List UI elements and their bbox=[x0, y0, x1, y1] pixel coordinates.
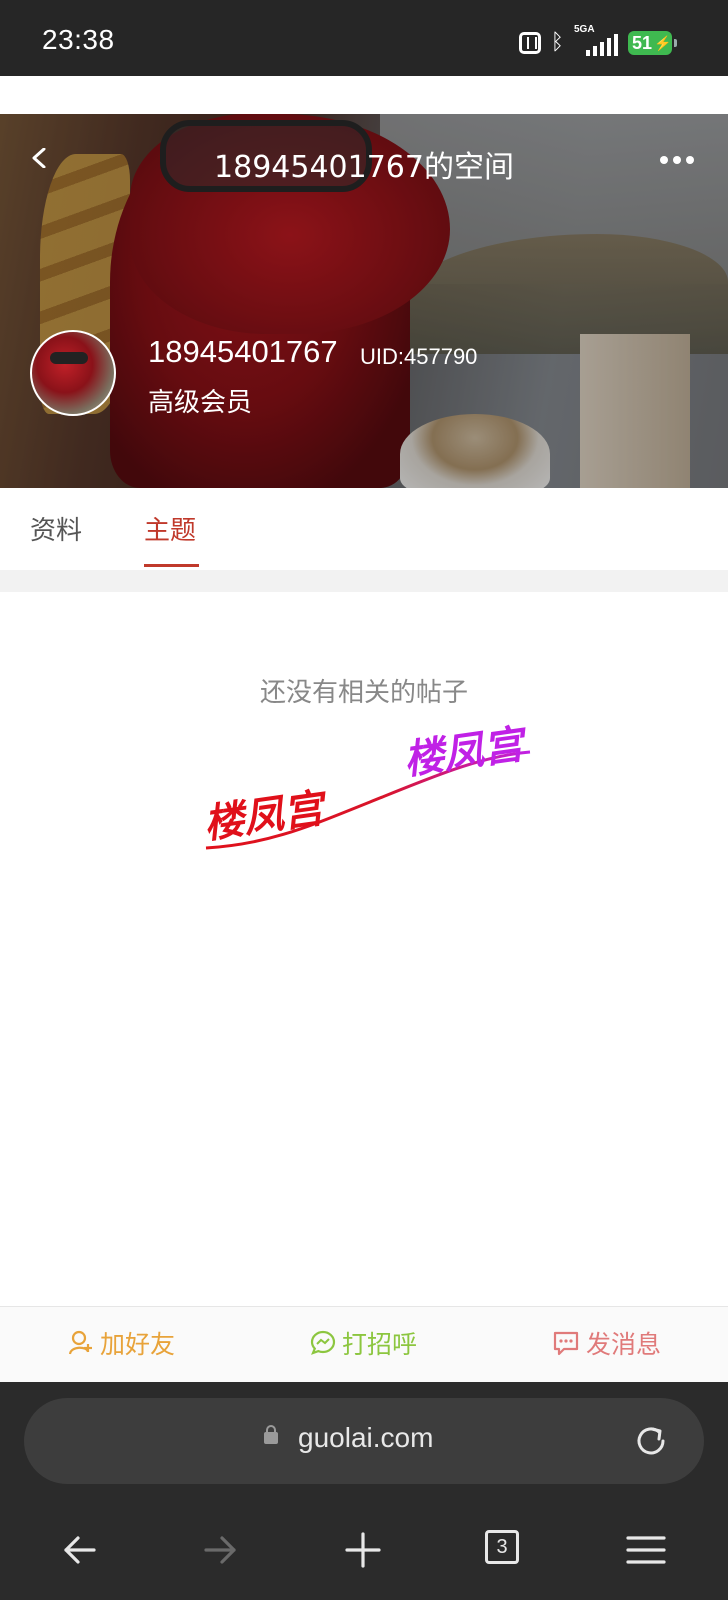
member-level: 高级会员 bbox=[148, 388, 253, 418]
tabs-switcher-button[interactable]: 3 bbox=[485, 1530, 525, 1570]
say-hello-button[interactable]: 打招呼 bbox=[310, 1325, 417, 1361]
tab-topics[interactable]: 主题 bbox=[144, 510, 196, 547]
say-hello-label: 打招呼 bbox=[342, 1330, 418, 1359]
back-arrow-icon[interactable] bbox=[60, 1530, 100, 1570]
top-spacer bbox=[0, 76, 728, 114]
avatar[interactable] bbox=[30, 330, 116, 416]
message-icon bbox=[553, 1331, 579, 1356]
empty-state-message: 还没有相关的帖子 bbox=[259, 678, 468, 708]
profile-action-bar: 加好友 打招呼 发消息 bbox=[0, 1306, 728, 1382]
forward-arrow-icon[interactable] bbox=[200, 1530, 240, 1570]
lock-icon bbox=[264, 1425, 278, 1444]
username: 18945401767 bbox=[148, 334, 338, 369]
battery-level: 51 bbox=[632, 32, 653, 53]
watermark-logo: 楼凤宫 楼凤宫 bbox=[201, 721, 531, 850]
divider bbox=[0, 570, 728, 592]
add-friend-label: 加好友 bbox=[100, 1330, 176, 1359]
browser-bottom-nav: 3 bbox=[0, 1490, 728, 1600]
url-text: guolai.com bbox=[298, 1422, 434, 1453]
page-title: 18945401767的空间 bbox=[214, 150, 514, 185]
active-tab-indicator bbox=[144, 564, 199, 567]
signal-icon: 5GA bbox=[574, 24, 618, 56]
new-tab-plus-icon[interactable] bbox=[343, 1530, 383, 1570]
reload-icon[interactable] bbox=[632, 1422, 670, 1460]
status-icons: ᛒ 5GA 51 ⚡ bbox=[518, 24, 677, 58]
bluetooth-icon: ᛒ bbox=[550, 30, 564, 55]
add-user-icon bbox=[68, 1330, 92, 1355]
battery-charging-icon: 51 ⚡ bbox=[628, 31, 677, 55]
address-bar[interactable]: guolai.com bbox=[24, 1398, 704, 1484]
user-uid: UID:457790 bbox=[360, 344, 478, 369]
watermark-text-left: 楼凤宫 bbox=[201, 785, 331, 848]
send-message-label: 发消息 bbox=[586, 1330, 662, 1359]
nfc-icon bbox=[518, 32, 541, 54]
tab-count: 3 bbox=[485, 1530, 519, 1564]
tab-profile[interactable]: 资料 bbox=[30, 510, 82, 547]
status-time: 23:38 bbox=[42, 24, 115, 55]
add-friend-button[interactable]: 加好友 bbox=[68, 1325, 175, 1361]
tab-bar: 资料 主题 bbox=[0, 488, 728, 570]
more-horizontal-icon[interactable] bbox=[660, 156, 694, 164]
send-message-button[interactable]: 发消息 bbox=[552, 1325, 661, 1361]
status-bar: 23:38 ᛒ 5GA 51 ⚡ bbox=[0, 0, 728, 76]
watermark-text-right: 楼凤宫 bbox=[401, 721, 531, 784]
menu-icon[interactable] bbox=[626, 1530, 666, 1570]
chat-bubble-icon bbox=[310, 1330, 336, 1355]
header: 18945401767的空间 bbox=[0, 114, 728, 210]
